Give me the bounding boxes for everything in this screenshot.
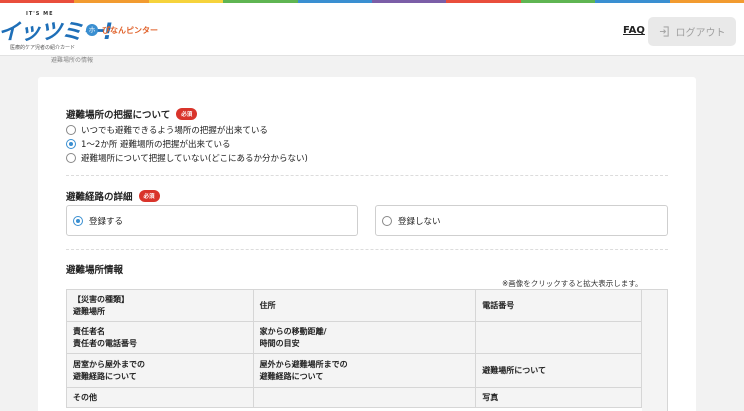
section-title-text: 避難場所情報 <box>66 265 124 276</box>
required-badge: 必須 <box>176 108 198 120</box>
table-side-column <box>642 289 668 411</box>
partner-logo-icon: ホ <box>86 24 98 36</box>
faq-link[interactable]: FAQ <box>623 25 645 36</box>
option-label: 1〜2か所 避難場所の把握が出来ている <box>81 140 231 150</box>
evacuation-place-awareness-title: 避難場所の把握について 必須 <box>66 107 198 121</box>
section-title-text: 避難場所の把握について <box>66 110 171 121</box>
radio-button[interactable] <box>66 125 76 135</box>
section-divider <box>66 249 668 250</box>
breadcrumb: 避難場所の情報 <box>51 57 94 64</box>
radio-button[interactable] <box>66 153 76 163</box>
awareness-option-2[interactable]: 1〜2か所 避難場所の把握が出来ている <box>66 138 231 150</box>
no-register-route-option[interactable]: 登録しない <box>375 205 668 236</box>
logout-label: ログアウト <box>675 28 726 39</box>
table-cell: 住所 <box>252 289 477 322</box>
site-header: IT'S ME イッツミー! 医療的ケア児者の紹介カード ホ ぴなんピンター F… <box>0 3 744 56</box>
section-title-text: 避難経路の詳細 <box>66 192 133 203</box>
table-cell: 【災害の種類】 避難場所 <box>66 289 254 322</box>
required-badge: 必須 <box>138 190 160 202</box>
table-cell: 写真 <box>475 387 642 408</box>
table-cell: その他 <box>66 387 254 408</box>
table-cell: 避難場所について <box>475 353 642 388</box>
table-cell: 責任者名 責任者の電話番号 <box>66 321 254 354</box>
partner-logo-text: ぴなんピンター <box>102 25 158 35</box>
table-cell: 電話番号 <box>475 289 642 322</box>
logo-subtitle: 医療的ケア児者の紹介カード <box>10 45 76 51</box>
option-label: 避難場所について把握していない(どこにあるか分からない) <box>81 154 308 164</box>
image-zoom-note: ※画像をクリックすると拡大表示します。 <box>502 279 643 288</box>
option-label: いつでも避難できるよう場所の把握が出来ている <box>81 126 268 136</box>
table-cell <box>252 387 477 408</box>
evacuation-route-detail-title: 避難経路の詳細 必須 <box>66 189 160 203</box>
radio-button[interactable] <box>73 215 83 226</box>
evacuation-info-table: 【災害の種類】 避難場所 住所 電話番号 責任者名 責任者の電話番号 家からの移… <box>66 289 642 408</box>
table-cell: 居室から屋外までの 避難経路について <box>66 353 254 388</box>
option-label: 登録する <box>89 216 124 227</box>
partner-logo: ホ ぴなんピンター <box>86 24 158 36</box>
awareness-option-1[interactable]: いつでも避難できるよう場所の把握が出来ている <box>66 124 268 136</box>
awareness-option-3[interactable]: 避難場所について把握していない(どこにあるか分からない) <box>66 152 308 164</box>
radio-button[interactable] <box>66 139 76 149</box>
table-cell: 屋外から避難場所までの 避難経路について <box>252 353 477 388</box>
logout-button[interactable]: ログアウト <box>648 17 736 46</box>
logout-icon <box>659 26 669 37</box>
table-cell: 家からの移動距離/ 時間の目安 <box>252 321 477 354</box>
table-cell <box>475 321 642 354</box>
form-card: 避難場所の把握について 必須 いつでも避難できるよう場所の把握が出来ている 1〜… <box>38 77 696 411</box>
register-route-option[interactable]: 登録する <box>66 205 358 236</box>
section-divider <box>66 175 668 176</box>
radio-button[interactable] <box>382 215 392 226</box>
evacuation-place-info-title: 避難場所情報 <box>66 262 123 276</box>
option-label: 登録しない <box>398 216 441 227</box>
